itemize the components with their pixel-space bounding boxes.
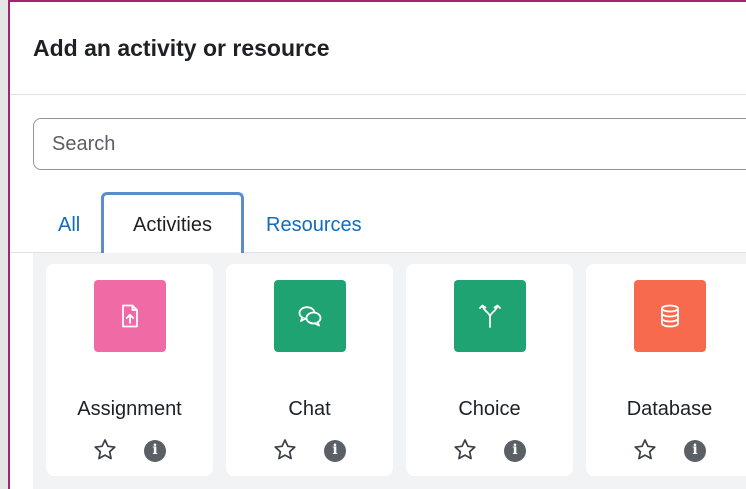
info-icon[interactable]: i [324, 440, 346, 462]
info-icon[interactable]: i [684, 440, 706, 462]
search-input[interactable] [34, 119, 746, 169]
database-icon[interactable] [634, 280, 706, 352]
star-outline-icon[interactable] [272, 437, 298, 463]
tab-activities[interactable]: Activities [101, 192, 244, 253]
modal-title: Add an activity or resource [33, 35, 330, 61]
module-card-assignment[interactable]: Assignment i [46, 264, 213, 476]
star-outline-icon[interactable] [632, 437, 658, 463]
module-card-label: Database [626, 398, 713, 420]
choice-icon[interactable] [454, 280, 526, 352]
activity-chooser-modal: Add an activity or resource All Activiti… [10, 2, 746, 489]
tab-resources[interactable]: Resources [266, 214, 362, 237]
search-box [33, 118, 746, 170]
module-card-choice[interactable]: Choice i [406, 264, 573, 476]
module-card-label: Choice [458, 398, 521, 420]
star-outline-icon[interactable] [92, 437, 118, 463]
info-icon[interactable]: i [504, 440, 526, 462]
module-card-label: Assignment [77, 398, 182, 420]
module-card-chat[interactable]: Chat i [226, 264, 393, 476]
chat-icon[interactable] [274, 280, 346, 352]
tab-all[interactable]: All [58, 214, 80, 237]
assignment-icon[interactable] [94, 280, 166, 352]
tab-bar: All Activities Resources [10, 192, 746, 253]
modal-header: Add an activity or resource [10, 2, 746, 95]
module-card-label: Chat [288, 398, 331, 420]
info-icon[interactable]: i [144, 440, 166, 462]
module-card-database[interactable]: Database i [586, 264, 746, 476]
star-outline-icon[interactable] [452, 437, 478, 463]
